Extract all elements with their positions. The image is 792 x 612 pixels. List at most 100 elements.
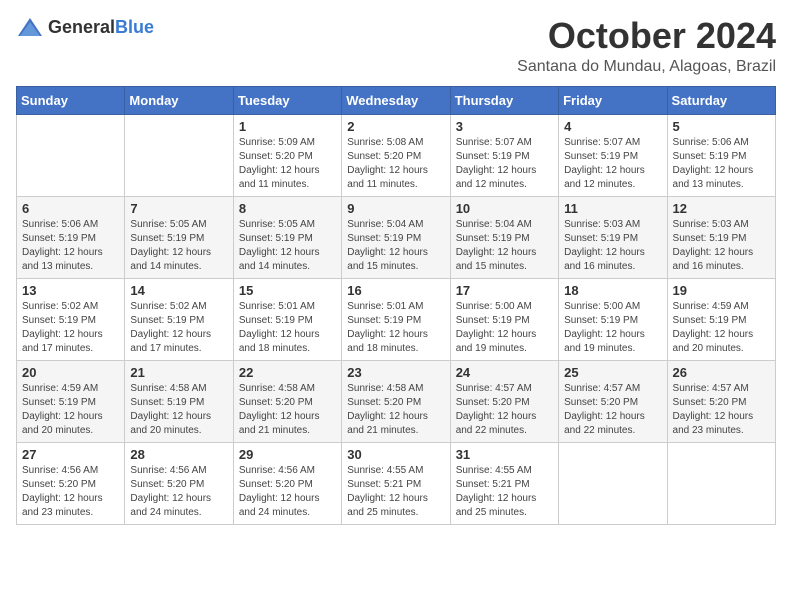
day-number: 19: [673, 283, 770, 298]
day-number: 16: [347, 283, 444, 298]
day-number: 10: [456, 201, 553, 216]
logo: GeneralBlue: [16, 16, 154, 38]
calendar-cell: 8Sunrise: 5:05 AM Sunset: 5:19 PM Daylig…: [233, 196, 341, 278]
day-number: 31: [456, 447, 553, 462]
calendar-cell: 3Sunrise: 5:07 AM Sunset: 5:19 PM Daylig…: [450, 114, 558, 196]
calendar-cell: 9Sunrise: 5:04 AM Sunset: 5:19 PM Daylig…: [342, 196, 450, 278]
day-info: Sunrise: 4:58 AM Sunset: 5:20 PM Dayligh…: [347, 382, 444, 438]
day-info: Sunrise: 5:02 AM Sunset: 5:19 PM Dayligh…: [130, 300, 227, 356]
day-info: Sunrise: 5:01 AM Sunset: 5:19 PM Dayligh…: [239, 300, 336, 356]
weekday-header-wednesday: Wednesday: [342, 86, 450, 114]
day-info: Sunrise: 4:59 AM Sunset: 5:19 PM Dayligh…: [22, 382, 119, 438]
calendar-cell: 20 Sunrise: 4:59 AM Sunset: 5:19 PM Dayli…: [17, 360, 125, 442]
day-info: Sunrise: 5:00 AM Sunset: 5:19 PM Dayligh…: [456, 300, 553, 356]
day-info: Sunrise: 5:01 AM Sunset: 5:19 PM Dayligh…: [347, 300, 444, 356]
day-info: Sunrise: 4:56 AM Sunset: 5:20 PM Dayligh…: [130, 464, 227, 520]
day-number: 13: [22, 283, 119, 298]
day-info: Sunrise: 4:58 AM Sunset: 5:19 PM Dayligh…: [130, 382, 227, 438]
calendar-week-3: 13 Sunrise: 5:02 AM Sunset: 5:19 PM Dayli…: [17, 278, 776, 360]
day-number: 7: [130, 201, 227, 216]
day-info: Sunrise: 5:08 AM Sunset: 5:20 PM Dayligh…: [347, 136, 444, 192]
day-info: Sunrise: 5:04 AM Sunset: 5:19 PM Dayligh…: [456, 218, 553, 274]
calendar-cell: 30 Sunrise: 4:55 AM Sunset: 5:21 PM Dayli…: [342, 442, 450, 524]
weekday-header-monday: Monday: [125, 86, 233, 114]
day-info: Sunrise: 5:03 AM Sunset: 5:19 PM Dayligh…: [673, 218, 770, 274]
calendar-cell: 7 Sunrise: 5:05 AM Sunset: 5:19 PM Daylig…: [125, 196, 233, 278]
day-info: Sunrise: 4:56 AM Sunset: 5:20 PM Dayligh…: [239, 464, 336, 520]
day-number: 18: [564, 283, 661, 298]
day-number: 23: [347, 365, 444, 380]
calendar-cell: 21 Sunrise: 4:58 AM Sunset: 5:19 PM Dayli…: [125, 360, 233, 442]
weekday-header-row: SundayMondayTuesdayWednesdayThursdayFrid…: [17, 86, 776, 114]
day-number: 22: [239, 365, 336, 380]
calendar-week-5: 27 Sunrise: 4:56 AM Sunset: 5:20 PM Dayli…: [17, 442, 776, 524]
day-number: 30: [347, 447, 444, 462]
month-title: October 2024: [517, 16, 776, 56]
calendar-week-2: 6 Sunrise: 5:06 AM Sunset: 5:19 PM Daylig…: [17, 196, 776, 278]
calendar-cell: 24Sunrise: 4:57 AM Sunset: 5:20 PM Dayli…: [450, 360, 558, 442]
day-info: Sunrise: 5:09 AM Sunset: 5:20 PM Dayligh…: [239, 136, 336, 192]
calendar-cell: 12 Sunrise: 5:03 AM Sunset: 5:19 PM Dayli…: [667, 196, 775, 278]
day-number: 26: [673, 365, 770, 380]
day-number: 11: [564, 201, 661, 216]
calendar-cell: 27Sunrise: 4:56 AM Sunset: 5:20 PM Dayli…: [17, 442, 125, 524]
day-info: Sunrise: 4:58 AM Sunset: 5:20 PM Dayligh…: [239, 382, 336, 438]
day-info: Sunrise: 5:04 AM Sunset: 5:19 PM Dayligh…: [347, 218, 444, 274]
calendar-cell: 22 Sunrise: 4:58 AM Sunset: 5:20 PM Dayli…: [233, 360, 341, 442]
logo-general: General: [48, 17, 115, 37]
calendar-week-4: 20 Sunrise: 4:59 AM Sunset: 5:19 PM Dayli…: [17, 360, 776, 442]
calendar-cell: 19 Sunrise: 4:59 AM Sunset: 5:19 PM Dayli…: [667, 278, 775, 360]
day-number: 21: [130, 365, 227, 380]
calendar-cell: 13 Sunrise: 5:02 AM Sunset: 5:19 PM Dayli…: [17, 278, 125, 360]
calendar-cell: 17 Sunrise: 5:00 AM Sunset: 5:19 PM Dayli…: [450, 278, 558, 360]
day-number: 25: [564, 365, 661, 380]
calendar-cell: [125, 114, 233, 196]
day-number: 17: [456, 283, 553, 298]
calendar-cell: 31 Sunrise: 4:55 AM Sunset: 5:21 PM Dayli…: [450, 442, 558, 524]
calendar-cell: [667, 442, 775, 524]
day-number: 15: [239, 283, 336, 298]
logo-blue: Blue: [115, 17, 154, 37]
day-number: 20: [22, 365, 119, 380]
calendar-cell: 5Sunrise: 5:06 AM Sunset: 5:19 PM Daylig…: [667, 114, 775, 196]
calendar-cell: 14 Sunrise: 5:02 AM Sunset: 5:19 PM Dayli…: [125, 278, 233, 360]
day-info: Sunrise: 5:03 AM Sunset: 5:19 PM Dayligh…: [564, 218, 661, 274]
day-info: Sunrise: 4:59 AM Sunset: 5:19 PM Dayligh…: [673, 300, 770, 356]
weekday-header-thursday: Thursday: [450, 86, 558, 114]
day-info: Sunrise: 5:07 AM Sunset: 5:19 PM Dayligh…: [564, 136, 661, 192]
weekday-header-saturday: Saturday: [667, 86, 775, 114]
day-info: Sunrise: 5:07 AM Sunset: 5:19 PM Dayligh…: [456, 136, 553, 192]
title-area: October 2024 Santana do Mundau, Alagoas,…: [517, 16, 776, 76]
day-number: 27: [22, 447, 119, 462]
day-number: 12: [673, 201, 770, 216]
day-info: Sunrise: 5:02 AM Sunset: 5:19 PM Dayligh…: [22, 300, 119, 356]
calendar-cell: [17, 114, 125, 196]
day-info: Sunrise: 5:05 AM Sunset: 5:19 PM Dayligh…: [130, 218, 227, 274]
weekday-header-sunday: Sunday: [17, 86, 125, 114]
calendar-cell: 6 Sunrise: 5:06 AM Sunset: 5:19 PM Daylig…: [17, 196, 125, 278]
day-info: Sunrise: 4:55 AM Sunset: 5:21 PM Dayligh…: [456, 464, 553, 520]
calendar-cell: [559, 442, 667, 524]
calendar-cell: 28Sunrise: 4:56 AM Sunset: 5:20 PM Dayli…: [125, 442, 233, 524]
calendar-cell: 2 Sunrise: 5:08 AM Sunset: 5:20 PM Daylig…: [342, 114, 450, 196]
day-number: 14: [130, 283, 227, 298]
day-number: 6: [22, 201, 119, 216]
calendar-week-1: 1Sunrise: 5:09 AM Sunset: 5:20 PM Daylig…: [17, 114, 776, 196]
calendar-cell: 4 Sunrise: 5:07 AM Sunset: 5:19 PM Daylig…: [559, 114, 667, 196]
day-info: Sunrise: 5:00 AM Sunset: 5:19 PM Dayligh…: [564, 300, 661, 356]
day-number: 2: [347, 119, 444, 134]
calendar-cell: 23 Sunrise: 4:58 AM Sunset: 5:20 PM Dayli…: [342, 360, 450, 442]
day-info: Sunrise: 4:55 AM Sunset: 5:21 PM Dayligh…: [347, 464, 444, 520]
day-number: 5: [673, 119, 770, 134]
page-header: GeneralBlue October 2024 Santana do Mund…: [16, 16, 776, 76]
calendar-cell: 10 Sunrise: 5:04 AM Sunset: 5:19 PM Dayli…: [450, 196, 558, 278]
logo-icon: [16, 16, 44, 38]
day-number: 4: [564, 119, 661, 134]
calendar-cell: 15 Sunrise: 5:01 AM Sunset: 5:19 PM Dayli…: [233, 278, 341, 360]
logo-text: GeneralBlue: [48, 17, 154, 38]
day-info: Sunrise: 4:57 AM Sunset: 5:20 PM Dayligh…: [564, 382, 661, 438]
day-info: Sunrise: 5:06 AM Sunset: 5:19 PM Dayligh…: [22, 218, 119, 274]
calendar-cell: 29Sunrise: 4:56 AM Sunset: 5:20 PM Dayli…: [233, 442, 341, 524]
calendar-cell: 16 Sunrise: 5:01 AM Sunset: 5:19 PM Dayli…: [342, 278, 450, 360]
day-number: 8: [239, 201, 336, 216]
